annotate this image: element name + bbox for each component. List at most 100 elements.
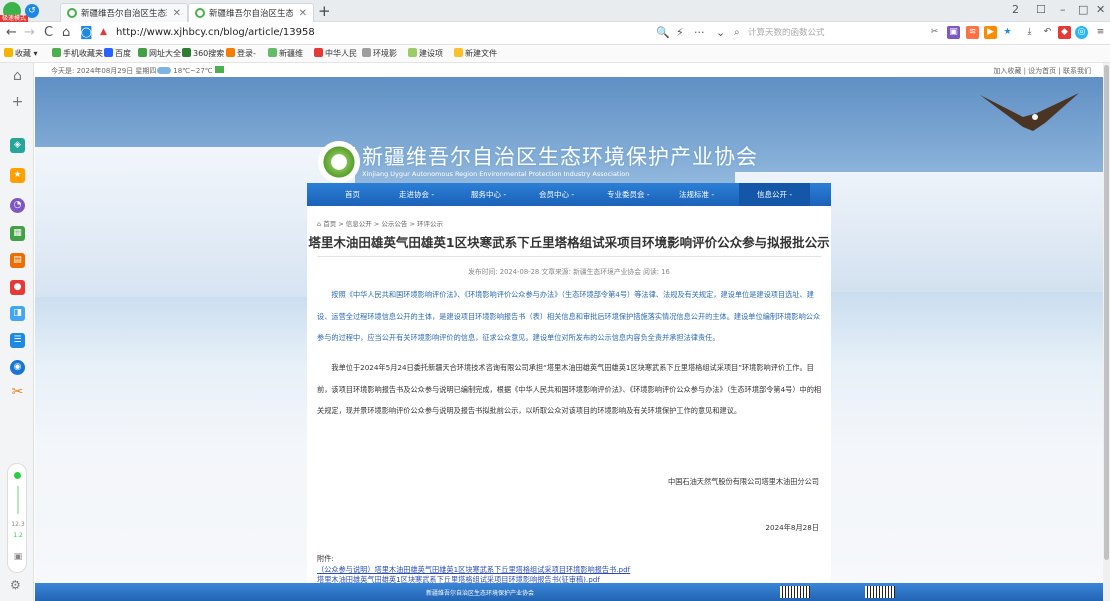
bookmark-label: 收藏 bbox=[15, 49, 31, 58]
address-bar: ← → C ⌂ ◙ ▲ http://www.xjhbcy.cn/blog/ar… bbox=[0, 22, 1110, 45]
browser-icon[interactable]: ◎ bbox=[1075, 26, 1088, 39]
profile-icon[interactable]: ◉ bbox=[10, 360, 25, 375]
bookmark-star-icon[interactable]: ★ bbox=[1001, 26, 1014, 39]
add-icon[interactable]: + bbox=[10, 95, 25, 110]
game-icon[interactable]: ◆ bbox=[1058, 26, 1071, 39]
restore-tabs-icon[interactable]: ☐ bbox=[1036, 3, 1046, 16]
bookmark-item[interactable]: 中华人民 bbox=[314, 48, 357, 59]
bookmark-label: 中华人民 bbox=[325, 49, 357, 58]
back-icon[interactable]: ← bbox=[6, 25, 17, 40]
shield-icon[interactable]: ◙ bbox=[80, 25, 93, 40]
close-icon[interactable]: ✕ bbox=[299, 8, 307, 19]
record-icon[interactable]: ● bbox=[10, 280, 25, 295]
lightning-icon[interactable]: ⚡ bbox=[676, 26, 684, 39]
scissors-icon[interactable]: ✂ bbox=[10, 385, 25, 400]
sign-date: 2024年8月28日 bbox=[765, 523, 819, 532]
tab-2[interactable]: 新疆维吾尔自治区生态环境保 ✕ bbox=[188, 3, 314, 22]
close-icon[interactable]: ✕ bbox=[173, 8, 181, 19]
download-icon[interactable]: ⤓ bbox=[1023, 26, 1036, 39]
forward-icon[interactable]: → bbox=[24, 25, 35, 40]
nav-members[interactable]: 会员中心 - bbox=[539, 189, 574, 200]
article-title: 塔里木油田雄英气田雄英1区块寒武系下丘里塔格组试采项目环境影响评价公众参与拟报批… bbox=[308, 235, 830, 250]
list-icon[interactable]: ☰ bbox=[10, 333, 25, 348]
more-icon[interactable]: ··· bbox=[694, 26, 705, 39]
bookmark-label: 百度 bbox=[115, 49, 131, 58]
search-placeholder: 计算天数的函数公式 bbox=[748, 28, 825, 38]
nav-info-disclosure[interactable]: 信息公开 - bbox=[739, 183, 811, 206]
nav-committees[interactable]: 专业委员会 - bbox=[607, 189, 650, 200]
url-field[interactable]: http://www.xjhbcy.cn/blog/article/13958 bbox=[116, 27, 315, 38]
speed-bar bbox=[17, 486, 19, 514]
cut-icon[interactable]: ✂ bbox=[928, 26, 941, 39]
weather-text: 18℃~27℃ bbox=[173, 67, 213, 75]
app-icon[interactable]: ◈ bbox=[10, 138, 25, 153]
site-info-icon[interactable]: ▲ bbox=[100, 27, 107, 37]
article-paragraph-2: 我单位于2024年5月24日委托新疆天合环境技术咨询有限公司承担“塔里木油田雄英… bbox=[317, 363, 822, 415]
globe-icon bbox=[408, 48, 417, 57]
tab-count-icon[interactable]: 2 bbox=[1012, 3, 1019, 16]
baidu-icon bbox=[104, 48, 113, 57]
chat-icon[interactable]: ◨ bbox=[10, 306, 25, 321]
bookmark-label: 网址大全 bbox=[149, 49, 181, 58]
bookmark-item[interactable]: 新疆维 bbox=[268, 48, 303, 59]
status-dot-icon bbox=[14, 472, 21, 479]
chevron-down-icon[interactable]: ⌄ bbox=[716, 26, 725, 39]
close-window-icon[interactable]: ✕ bbox=[1096, 3, 1105, 16]
document-icon[interactable]: ▤ bbox=[10, 253, 25, 268]
attachment-label: 附件: bbox=[317, 554, 334, 563]
bookmark-item[interactable]: 建设项 bbox=[408, 48, 443, 59]
bookmark-item[interactable]: 新建文件 bbox=[454, 48, 497, 59]
bookmark-item[interactable]: 网址大全 bbox=[138, 48, 181, 59]
extension-icon[interactable]: ≋ bbox=[966, 26, 979, 39]
folder-icon bbox=[454, 48, 463, 57]
gear-icon[interactable]: ⚙ bbox=[10, 578, 21, 592]
bookmark-label: 环境影 bbox=[373, 49, 397, 58]
nav-regulations[interactable]: 法规标准 - bbox=[679, 189, 714, 200]
bookmark-item[interactable]: 收藏 ▾ bbox=[4, 48, 38, 59]
minimize-icon[interactable]: – bbox=[1060, 3, 1066, 16]
new-tab-button[interactable]: + bbox=[318, 2, 331, 20]
article-meta: 发布时间: 2024-08-28 文章来源: 新疆生态环境产业协会 阅读: 16 bbox=[468, 268, 670, 276]
bookmark-item[interactable]: 环境影 bbox=[362, 48, 397, 59]
tab-title: 新疆维吾尔自治区生态环境保 bbox=[81, 9, 167, 19]
search-icon[interactable]: 🔍 bbox=[656, 26, 670, 39]
browser-side-panel: ⌂ + ◈ ★ ◔ ▦ ▤ ● ◨ ☰ ◉ ✂ 12.3 1.2 ▣ ⚙ bbox=[0, 63, 34, 601]
bookmark-label: 建设项 bbox=[419, 49, 443, 58]
bookmark-label: 360搜索 bbox=[193, 49, 225, 58]
breadcrumb-text[interactable]: 首页 > 信息公开 > 公示公告 > 环评公示 bbox=[323, 220, 443, 228]
home-icon[interactable]: ⌂ bbox=[317, 220, 321, 228]
login-icon bbox=[226, 48, 235, 57]
image-icon[interactable]: ▦ bbox=[10, 226, 25, 241]
circle-app-icon[interactable]: ◔ bbox=[10, 198, 25, 213]
menu-icon[interactable]: ≡ bbox=[1094, 26, 1107, 39]
search-input[interactable]: ⌕ 计算天数的函数公式 bbox=[734, 25, 914, 41]
speed-value: 12.3 bbox=[11, 521, 25, 528]
speed-widget[interactable]: 12.3 1.2 ▣ bbox=[7, 463, 27, 573]
undo-icon[interactable]: ↶ bbox=[1041, 26, 1054, 39]
bookmark-item[interactable]: 百度 bbox=[104, 48, 131, 59]
article-panel: ⌂ 首页 > 信息公开 > 公示公告 > 环评公示 塔里木油田雄英气田雄英1区块… bbox=[307, 206, 831, 596]
refresh-icon[interactable]: C bbox=[44, 25, 53, 40]
widget-toggle-icon[interactable]: ▣ bbox=[10, 552, 26, 562]
home-icon[interactable]: ⌂ bbox=[10, 69, 25, 84]
site-icon bbox=[268, 48, 277, 57]
maximize-icon[interactable]: □ bbox=[1078, 3, 1088, 16]
breadcrumb: ⌂ 首页 > 信息公开 > 公示公告 > 环评公示 bbox=[317, 218, 443, 228]
nav-home[interactable]: 首页 bbox=[345, 189, 360, 200]
home-icon[interactable]: ⌂ bbox=[62, 25, 70, 40]
extension-icon[interactable]: ▣ bbox=[947, 26, 960, 39]
tab-history-icon[interactable]: ↺ bbox=[25, 4, 39, 18]
nav-about[interactable]: 走进协会 - bbox=[399, 189, 434, 200]
extension-icon[interactable]: ▶ bbox=[984, 26, 997, 39]
nav-services[interactable]: 服务中心 - bbox=[471, 189, 506, 200]
top-links[interactable]: 加入收藏 | 设为首页 | 联系我们 bbox=[993, 66, 1091, 76]
bookmark-item[interactable]: 手机收藏夹 bbox=[52, 48, 103, 59]
star-icon[interactable]: ★ bbox=[10, 168, 25, 183]
tab-1[interactable]: 新疆维吾尔自治区生态环境保 ✕ bbox=[60, 3, 188, 22]
page-scrollbar[interactable] bbox=[1103, 63, 1110, 601]
scrollbar-thumb[interactable] bbox=[1104, 65, 1109, 560]
bookmark-item[interactable]: 登录- bbox=[226, 48, 256, 59]
attachment-link-1[interactable]: （公众参与说明）塔里木油田雄英气田雄英1区块寒武系下丘里塔格组试采项目环境影响报… bbox=[317, 565, 630, 575]
bookmark-item[interactable]: 360搜索 bbox=[182, 48, 224, 59]
article-paragraph-1: 按照《中华人民共和国环境影响评价法》、《环境影响评价公众参与办法》（生态环境部令… bbox=[317, 290, 821, 342]
